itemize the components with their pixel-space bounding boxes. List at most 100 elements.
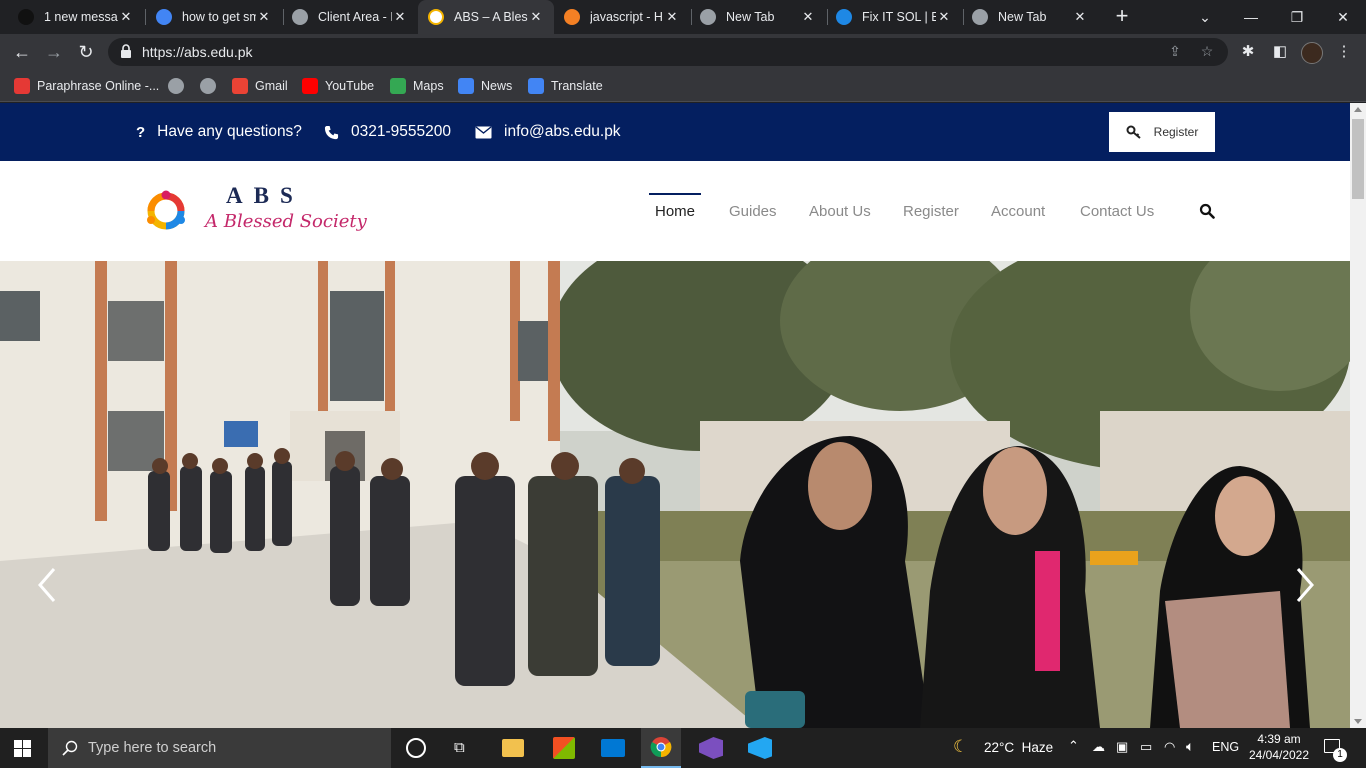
browser-tab[interactable]: javascript - H ✕ [554,0,690,34]
taskbar-search-box[interactable]: Type here to search [48,728,391,768]
bookmark-item[interactable]: Gmail [232,76,288,96]
tab-title[interactable]: how to get sm [182,10,256,24]
tab-title[interactable]: 1 new message [44,10,118,24]
bookmark-item[interactable]: Translate [528,76,603,96]
tab-close-icon[interactable]: ✕ [800,9,816,25]
tab-close-icon[interactable]: ✕ [118,9,134,25]
tab-title[interactable]: ABS – A Blesse [454,10,528,24]
tab-close-icon[interactable]: ✕ [664,9,680,25]
bookmark-star-icon[interactable]: ☆ [1198,43,1216,61]
wifi-icon[interactable]: ◠ [1164,739,1175,755]
address-bar[interactable]: https://abs.edu.pk ⇪ ☆ [108,38,1228,66]
reload-button[interactable]: ↻ [74,40,98,64]
bookmark-item[interactable] [168,76,191,96]
bookmark-item[interactable] [200,76,223,96]
new-tab-button[interactable]: + [1110,5,1134,29]
hero-slider[interactable] [0,261,1350,728]
tab-close-icon[interactable]: ✕ [1072,9,1088,25]
clock[interactable]: 4:39 am 24/04/2022 [1244,731,1314,763]
cortana-icon[interactable] [406,738,426,758]
email-text[interactable]: info@abs.edu.pk [504,123,621,141]
forward-button[interactable]: → [42,40,66,64]
register-button-label[interactable]: Register [1154,125,1199,139]
menu-about-us[interactable]: About Us [809,203,871,220]
phone-text[interactable]: 0321-9555200 [351,123,451,141]
tab-close-icon[interactable]: ✕ [936,9,952,25]
tab-close-icon[interactable]: ✕ [528,9,544,25]
browser-tab[interactable]: how to get sm ✕ [146,0,282,34]
url-text[interactable]: https://abs.edu.pk [142,44,253,60]
menu-home[interactable]: Home [655,203,695,220]
abs-logo-icon[interactable] [144,189,188,233]
volume-icon[interactable]: 🔈︎ [1186,738,1194,755]
menu-account[interactable]: Account [991,203,1045,220]
tray-overflow-chevron-icon[interactable]: ⌃ [1068,738,1079,754]
tab-title[interactable]: javascript - H [590,10,664,24]
weather-text[interactable]: 22°C Haze [984,740,1053,755]
lock-icon[interactable] [120,44,132,58]
site-topbar: ? Have any questions? 0321-9555200 info@… [0,103,1350,161]
scroll-up-arrow-icon[interactable] [1354,107,1362,112]
scroll-thumb[interactable] [1352,119,1364,199]
restore-button[interactable]: ❐ [1274,0,1320,34]
tab-search-chevron-icon[interactable]: ⌄ [1182,0,1228,34]
tray-display-icon[interactable]: ▣ [1116,739,1128,755]
search-icon[interactable] [1199,203,1215,219]
bookmark-item[interactable]: YouTube [302,76,374,96]
tab-close-icon[interactable]: ✕ [256,9,272,25]
bookmark-item[interactable]: Maps [390,76,444,96]
email-item[interactable]: info@abs.edu.pk [475,103,621,161]
bookmark-label[interactable]: Maps [413,79,444,93]
bookmark-label[interactable]: Translate [551,79,603,93]
weather-moon-icon[interactable]: ☾ [953,737,968,757]
slider-next-arrow-icon[interactable] [1284,561,1324,609]
browser-tab[interactable]: Fix IT SOL | Ex✕ [826,0,962,34]
extensions-puzzle-icon[interactable]: ✱ [1238,42,1258,62]
browser-tab[interactable]: ABS – A Blesse✕ [418,0,554,34]
menu-contact-us[interactable]: Contact Us [1080,203,1154,220]
language-indicator[interactable]: ENG [1212,740,1239,754]
logo-abs-text[interactable]: ABS [226,183,304,209]
windows-start-icon[interactable] [14,740,31,757]
browser-tab[interactable]: 1 new message✕ [8,0,144,34]
side-panel-icon[interactable]: ◧ [1270,42,1290,62]
vscode-icon[interactable] [748,737,772,759]
menu-register[interactable]: Register [903,203,959,220]
close-window-button[interactable]: ✕ [1320,0,1366,34]
share-icon[interactable]: ⇪ [1166,43,1184,61]
bookmark-label[interactable]: Gmail [255,79,288,93]
bookmark-label[interactable]: YouTube [325,79,374,93]
tab-close-icon[interactable]: ✕ [392,9,408,25]
menu-guides[interactable]: Guides [729,203,777,220]
visual-studio-icon[interactable] [699,737,723,759]
bookmark-item[interactable]: News [458,76,512,96]
slider-prev-arrow-icon[interactable] [28,561,68,609]
file-explorer-icon[interactable] [502,739,524,757]
profile-avatar[interactable] [1301,42,1323,64]
task-view-icon[interactable]: ⧉ [454,739,472,757]
browser-tab[interactable]: Client Area - I ✕ [282,0,418,34]
browser-tab[interactable]: New Tab ✕ [962,0,1098,34]
tab-title[interactable]: Fix IT SOL | Ex [862,10,936,24]
phone-item[interactable]: 0321-9555200 [324,103,451,161]
minimize-button[interactable]: — [1228,0,1274,34]
taskbar-search-placeholder[interactable]: Type here to search [88,740,216,756]
tab-title[interactable]: New Tab [998,10,1072,24]
tab-title[interactable]: New Tab [726,10,800,24]
bookmark-label[interactable]: Paraphrase Online -... [37,79,159,93]
register-button[interactable]: Register [1109,112,1215,152]
battery-icon[interactable]: ▭ [1140,739,1152,755]
taskbar-chrome-button[interactable] [641,728,681,768]
back-button[interactable]: ← [10,40,34,64]
tray-cloud-icon[interactable]: ☁ [1092,739,1105,755]
browser-tab[interactable]: New Tab ✕ [690,0,826,34]
page-scrollbar[interactable] [1350,103,1366,728]
microsoft-store-icon[interactable] [553,737,575,759]
chrome-menu-icon[interactable]: ⋮ [1334,42,1354,62]
mail-icon[interactable] [601,739,625,757]
tab-title[interactable]: Client Area - I [318,10,392,24]
bookmark-item[interactable]: Paraphrase Online -... [14,76,159,96]
logo-tagline[interactable]: A Blessed Society [205,211,367,232]
bookmark-label[interactable]: News [481,79,512,93]
scroll-down-arrow-icon[interactable] [1354,719,1362,724]
